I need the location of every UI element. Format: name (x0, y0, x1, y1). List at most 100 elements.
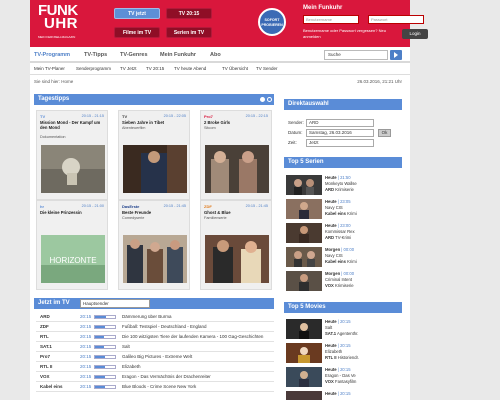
main-nav: TV-Programm TV-Tipps TV-Genres Mein Funk… (30, 47, 410, 63)
subnav-tv-uebersicht[interactable]: TV Übersicht (222, 66, 248, 71)
tipp-time: 20:15 - 21:00 (81, 204, 104, 208)
series-title[interactable]: Navy CIS (325, 205, 343, 210)
table-row[interactable]: VOX 20:15 Eragon - Das Vermächtnis der D… (36, 372, 274, 382)
search-submit-button[interactable] (390, 50, 402, 60)
carousel-dot-1[interactable] (260, 97, 265, 102)
search-input[interactable]: Suche (324, 50, 388, 60)
zeit-select[interactable]: Jetzt (306, 139, 374, 147)
jetzt-im-tv-header: Jetzt im TV (34, 298, 274, 309)
show-title[interactable]: Elizabeth (122, 362, 272, 372)
subnav-tv-heute-abend[interactable]: TV heute Abend (174, 66, 206, 71)
table-row[interactable]: Kabel eins 20:15 Blue Bloods - Crime Sce… (36, 382, 274, 392)
show-title[interactable]: Salt (122, 342, 272, 352)
funkuhr-logo[interactable]: FUNK UHR MEIN FERNSEH-MAGAZIN (38, 3, 78, 44)
show-time: 20:15 (80, 314, 92, 319)
series-title[interactable]: Kommissar Rex (325, 229, 355, 234)
show-title[interactable]: Dämmerung über Burma (122, 312, 272, 322)
series-airtime: Heute | 23:05 (325, 199, 351, 204)
password-field[interactable]: Passwort (368, 15, 424, 24)
series-title[interactable]: Criminal Intent (325, 277, 352, 282)
progress-bar (94, 365, 116, 369)
ok-button[interactable]: Ok (378, 129, 391, 137)
channel-name: Kabel eins (40, 384, 63, 389)
channel-name: Pro7 (40, 354, 51, 359)
tipp-image (205, 145, 269, 193)
movie-title[interactable]: Salt (325, 325, 332, 330)
tagestipp-card[interactable]: hr 20:15 - 21:00 Die kleine Prinzessin H… (36, 200, 108, 290)
list-item[interactable]: Heute | 20:15 Elizabeth RTL II Historien… (284, 342, 400, 365)
list-item[interactable]: Morgen | 00:00 Navy CIS Kabel eins Krimi (284, 246, 400, 269)
subnav-tv-jetzt[interactable]: TV Jetzt (120, 66, 137, 71)
tagestipp-card[interactable]: DasErste 20:15 - 21:45 Beste Freunde Com… (118, 200, 190, 290)
list-item[interactable]: Heute | 21:50 Monkeyto Wallse ARD Krimis… (284, 174, 400, 197)
movie-title[interactable]: Elizabeth (325, 349, 342, 354)
list-item[interactable]: Heute | 23:00 Kommissar Rex ARD TV-Krimi (284, 222, 400, 245)
list-item[interactable]: Heute | 20:15 (284, 390, 400, 400)
tipp-title: Ghost & Blue (204, 210, 231, 215)
table-row[interactable]: ARD 20:15 Dämmerung über Burma (36, 312, 274, 322)
tagestipp-card[interactable]: TV 20:15 - 21:15 Mission Mond - Der Kamp… (36, 110, 108, 200)
nav-tv-tipps[interactable]: TV-Tipps (84, 52, 107, 58)
login-button[interactable]: Login (402, 29, 428, 39)
site-header: FUNK UHR MEIN FERNSEH-MAGAZIN TV jetzt T… (30, 0, 428, 47)
movie-thumbnail (286, 343, 322, 363)
show-time: 20:15 (80, 344, 92, 349)
show-time: 20:15 (80, 384, 92, 389)
breadcrumb-bar: Sie sind hier: Home 26.03.2016, 21:21 Uh… (30, 75, 410, 87)
show-time: 20:15 (80, 334, 92, 339)
show-title[interactable]: Fußball: Testspiel - Deutschland - Engla… (122, 322, 272, 332)
series-title[interactable]: Monkeyto Wallse (325, 181, 357, 186)
progress-bar (94, 325, 116, 329)
subnav-tv-2015[interactable]: TV 20:15 (146, 66, 164, 71)
movie-channel: SAT.1 Agententhr. (325, 331, 359, 336)
show-title[interactable]: Blue Bloods - Crime Scene New York (122, 382, 272, 392)
movie-thumbnail (286, 319, 322, 339)
username-field[interactable]: Benutzername (303, 15, 359, 24)
table-row[interactable]: Pro7 20:15 Galileo Big Pictures - Extrem… (36, 352, 274, 362)
sender-group-select[interactable]: Hauptsender (80, 299, 150, 308)
movie-thumbnail (286, 367, 322, 387)
datum-select[interactable]: Samstag, 26.03.2016 (306, 129, 374, 137)
movie-title[interactable]: Eragon - Das Ve (325, 373, 356, 378)
serien-im-tv-button[interactable]: Serien im TV (166, 27, 212, 38)
movie-airtime: Heute | 20:15 (325, 391, 351, 396)
nav-mein-funkuhr[interactable]: Mein Funkuhr (160, 52, 196, 58)
list-item[interactable]: Heute | 20:15 Eragon - Das Ve VOX Fantas… (284, 366, 400, 389)
table-row[interactable]: RTL 20:15 Die 100 witzigsten Tiere der l… (36, 332, 274, 342)
sofort-probieren-badge[interactable]: SOFORT PROBIEREN (258, 8, 286, 36)
tagestipp-card[interactable]: ZDF 20:15 - 21:45 Ghost & Blue Familiens… (200, 200, 272, 290)
progress-bar (94, 315, 116, 319)
list-item[interactable]: Heute | 23:05 Navy CIS Kabel eins Krimi (284, 198, 400, 221)
table-row[interactable]: SAT.1 20:15 Salt (36, 342, 274, 352)
tipp-time: 20:15 - 21:45 (163, 204, 186, 208)
sender-select[interactable]: ARD (306, 119, 374, 127)
subnav-tv-sender[interactable]: TV Sender (256, 66, 278, 71)
tagestipp-card[interactable]: TV 20:15 - 22:05 Sieben Jahre in Tibet A… (118, 110, 190, 200)
tipp-time: 20:15 - 22:15 (245, 114, 268, 118)
movie-airtime: Heute | 20:15 (325, 343, 351, 348)
table-row[interactable]: ZDF 20:15 Fußball: Testspiel - Deutschla… (36, 322, 274, 332)
tipp-title: Beste Freunde (122, 210, 152, 215)
tv-2015-button[interactable]: TV 20:15 (166, 8, 212, 19)
show-title[interactable]: Die 100 witzigsten Tiere der laufenden K… (122, 332, 272, 342)
list-item[interactable]: Morgen | 00:00 Criminal Intent VOX Krimi… (284, 270, 400, 293)
nav-tv-genres[interactable]: TV-Genres (120, 52, 148, 58)
subnav-mein-tv-planer[interactable]: Mein TV-Planer (34, 66, 65, 71)
show-title[interactable]: Galileo Big Pictures - Extreme Welt (122, 352, 272, 362)
list-item[interactable]: Heute | 20:15 Salt SAT.1 Agententhr. (284, 318, 400, 341)
direktauswahl-header: Direktauswahl (284, 99, 402, 110)
filme-im-tv-button[interactable]: Filme im TV (114, 27, 160, 38)
series-title[interactable]: Navy CIS (325, 253, 343, 258)
forgot-password-link[interactable]: Benutzername oder Passwort vergessen? Ne… (303, 28, 403, 39)
carousel-dot-2[interactable] (267, 97, 272, 102)
tv-jetzt-button[interactable]: TV jetzt (114, 8, 160, 19)
table-row[interactable]: RTL II 20:15 Elizabeth (36, 362, 274, 372)
tagestipp-card[interactable]: Pro7 20:15 - 22:15 2 Broke Girls Sitcom (200, 110, 272, 200)
nav-abo[interactable]: Abo (210, 52, 221, 58)
series-thumbnail (286, 247, 322, 267)
show-title[interactable]: Eragon - Das Vermächtnis der Drachenreit… (122, 372, 272, 382)
series-airtime: Heute | 21:50 (325, 175, 351, 180)
tipp-genre: Comedyserie (122, 216, 145, 220)
nav-tv-programm[interactable]: TV-Programm (34, 52, 70, 58)
subnav-senderprogramm[interactable]: Senderprogramm (76, 66, 111, 71)
